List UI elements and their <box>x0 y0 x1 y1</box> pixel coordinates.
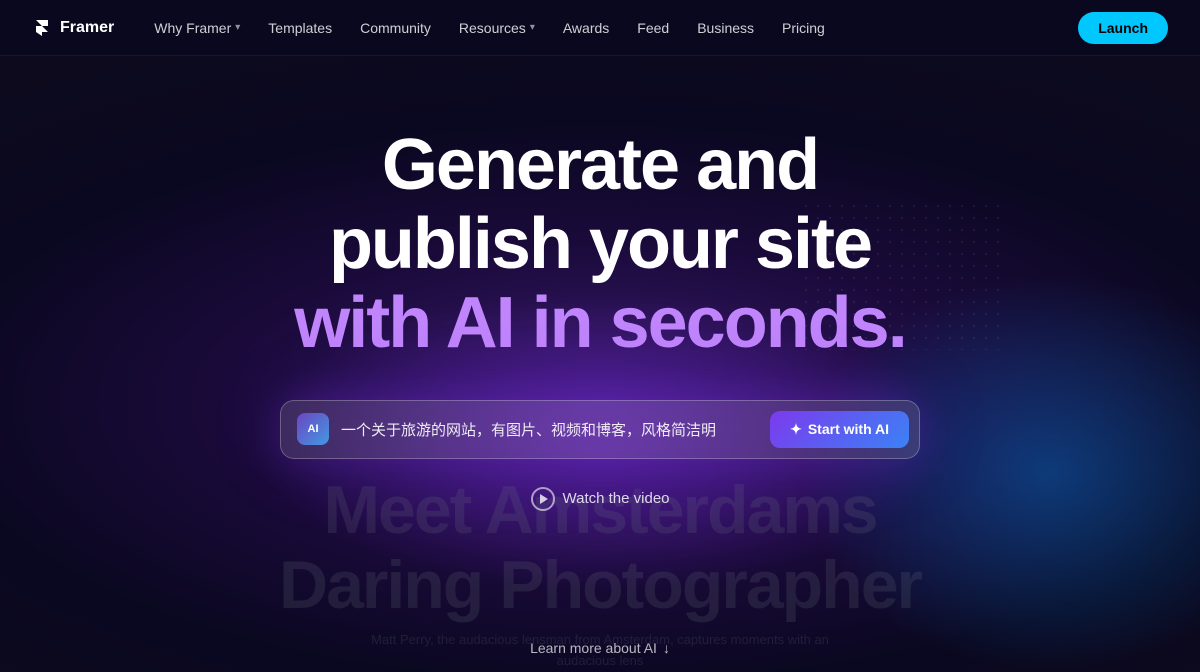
play-icon <box>531 487 555 511</box>
nav-right: Launch <box>1078 12 1168 44</box>
nav-link-label: Awards <box>563 20 609 36</box>
ai-badge: AI <box>297 413 329 445</box>
framer-logo-icon <box>32 18 52 38</box>
nav-link-resources[interactable]: Resources ▾ <box>447 14 547 42</box>
chevron-down-icon: ▾ <box>235 22 240 33</box>
nav-link-label: Business <box>697 20 754 36</box>
nav-link-templates[interactable]: Templates <box>256 14 344 42</box>
watch-video-link[interactable]: Watch the video <box>531 487 670 511</box>
learn-more-link[interactable]: Learn more about AI ↓ <box>530 640 670 656</box>
hero-title-line3: with AI in seconds. <box>294 283 905 363</box>
play-triangle <box>540 494 548 504</box>
learn-more-label: Learn more about AI <box>530 640 657 656</box>
ai-search-bar: AI ✦ Start with AI <box>280 400 920 459</box>
nav-link-feed[interactable]: Feed <box>625 14 681 42</box>
start-ai-label: Start with AI <box>808 421 889 437</box>
hero-section: Generate and publish your site with AI i… <box>0 56 1200 511</box>
hero-title-line1: Generate and <box>382 125 818 205</box>
hero-title-line2: publish your site <box>329 204 871 284</box>
hero-title: Generate and publish your site with AI i… <box>294 126 905 364</box>
nav-link-label: Resources <box>459 20 526 36</box>
logo-text: Framer <box>60 19 114 37</box>
nav-link-community[interactable]: Community <box>348 14 443 42</box>
bg-title-line2: Daring Photographer <box>150 548 1050 623</box>
nav-link-label: Community <box>360 20 431 36</box>
nav-link-label: Templates <box>268 20 332 36</box>
navbar: Framer Why Framer ▾ Templates Community … <box>0 0 1200 56</box>
logo-link[interactable]: Framer <box>32 18 114 38</box>
search-input[interactable] <box>341 421 758 438</box>
nav-link-label: Feed <box>637 20 669 36</box>
nav-link-label: Why Framer <box>154 20 231 36</box>
start-ai-icon: ✦ <box>790 421 802 438</box>
nav-link-awards[interactable]: Awards <box>551 14 621 42</box>
nav-left: Framer Why Framer ▾ Templates Community … <box>32 14 837 42</box>
start-with-ai-button[interactable]: ✦ Start with AI <box>770 411 909 448</box>
nav-links: Why Framer ▾ Templates Community Resourc… <box>142 14 837 42</box>
nav-link-label: Pricing <box>782 20 825 36</box>
nav-link-why-framer[interactable]: Why Framer ▾ <box>142 14 252 42</box>
watch-video-label: Watch the video <box>563 490 670 507</box>
nav-link-business[interactable]: Business <box>685 14 766 42</box>
nav-link-pricing[interactable]: Pricing <box>770 14 837 42</box>
chevron-down-icon: ▾ <box>530 22 535 33</box>
launch-button[interactable]: Launch <box>1078 12 1168 44</box>
learn-more-icon: ↓ <box>663 640 670 656</box>
